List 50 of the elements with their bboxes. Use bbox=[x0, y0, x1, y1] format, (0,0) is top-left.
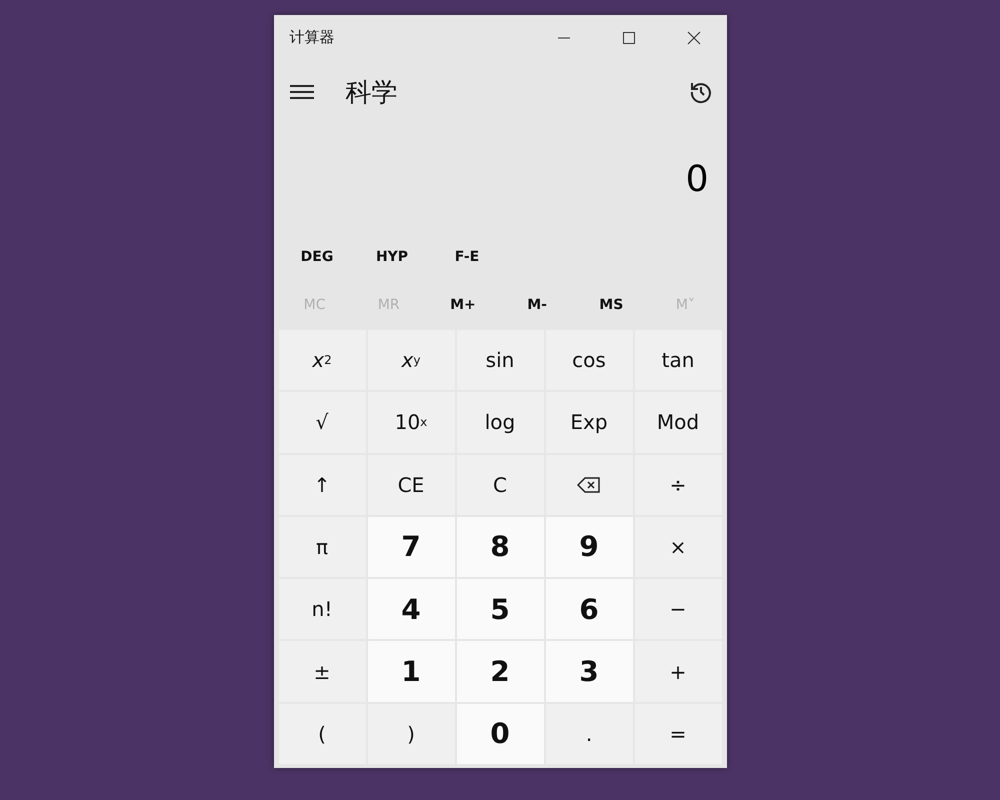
function-key[interactable]: 10$^{x}$ bbox=[368, 392, 454, 453]
function-key[interactable]: √ bbox=[278, 392, 366, 453]
function-key[interactable]: × bbox=[634, 516, 722, 578]
option-button[interactable]: HYP bbox=[354, 248, 430, 266]
function-key[interactable]: . bbox=[546, 704, 632, 764]
digit-key[interactable]: 3 bbox=[546, 641, 632, 702]
memory-button[interactable]: MS bbox=[574, 296, 648, 314]
close-icon bbox=[686, 30, 702, 46]
function-key[interactable]: ( bbox=[278, 704, 366, 764]
memory-button[interactable]: M+ bbox=[426, 296, 500, 314]
history-icon[interactable] bbox=[688, 80, 712, 104]
digit-key[interactable]: 0 bbox=[456, 704, 544, 764]
option-button[interactable]: DEG bbox=[280, 248, 354, 266]
function-key[interactable]: ÷ bbox=[634, 454, 722, 515]
digit-key[interactable]: 2 bbox=[456, 641, 544, 702]
backspace-key[interactable] bbox=[546, 454, 632, 515]
digit-key[interactable]: 1 bbox=[368, 641, 454, 702]
digit-key[interactable]: 8 bbox=[456, 516, 544, 578]
option-button[interactable]: F-E bbox=[430, 248, 504, 266]
function-key[interactable]: tan bbox=[634, 330, 722, 390]
function-key[interactable]: + bbox=[634, 641, 722, 702]
digit-key[interactable]: 6 bbox=[546, 579, 632, 640]
function-key[interactable]: x$^{y}$ bbox=[368, 330, 454, 390]
function-key[interactable]: Mod bbox=[634, 392, 722, 453]
maximize-icon bbox=[621, 30, 637, 46]
backspace-icon bbox=[577, 476, 601, 494]
digit-key[interactable]: 4 bbox=[368, 579, 454, 640]
function-key[interactable]: log bbox=[456, 392, 544, 453]
function-key[interactable]: ) bbox=[368, 704, 454, 764]
display-value: 0 bbox=[686, 158, 708, 200]
memory-button[interactable]: M- bbox=[500, 296, 574, 314]
function-key[interactable]: ± bbox=[278, 641, 366, 702]
digit-key[interactable]: 7 bbox=[368, 516, 454, 578]
function-key[interactable]: Exp bbox=[546, 392, 632, 453]
window-title: 计算器 bbox=[290, 28, 334, 47]
mode-title: 科学 bbox=[346, 76, 398, 110]
function-key[interactable]: x$^{2}$ bbox=[278, 330, 366, 390]
menu-icon[interactable] bbox=[290, 84, 314, 100]
digit-key[interactable]: 9 bbox=[546, 516, 632, 578]
function-key[interactable]: = bbox=[634, 704, 722, 764]
function-key[interactable]: ↑ bbox=[278, 454, 366, 515]
function-key[interactable]: − bbox=[634, 579, 722, 640]
function-key[interactable]: π bbox=[278, 516, 366, 578]
function-key[interactable]: C bbox=[456, 454, 544, 515]
digit-key[interactable]: 5 bbox=[456, 579, 544, 640]
function-key[interactable]: n! bbox=[278, 579, 366, 640]
minimize-icon bbox=[558, 36, 570, 38]
function-key[interactable]: sin bbox=[456, 330, 544, 390]
function-key[interactable]: CE bbox=[368, 454, 454, 515]
function-key[interactable]: cos bbox=[546, 330, 632, 390]
